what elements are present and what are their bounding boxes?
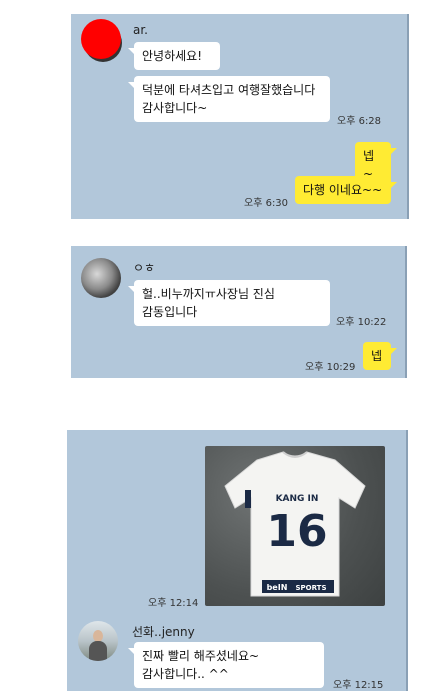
my-message-bubble[interactable]: 다행 이네요~~ xyxy=(295,176,397,204)
message-time: 오후 6:28 xyxy=(337,116,382,127)
avatar-figure xyxy=(89,641,107,661)
sender-name: 선화..jenny xyxy=(132,625,195,639)
chat-panel-2: ㅇㅎ 헐..비누까지ㅠ사장님 진심 감동입니다 오후 10:22 넵 오후 10… xyxy=(71,246,407,378)
message-time: 오후 10:22 xyxy=(336,317,387,328)
avatar[interactable] xyxy=(81,19,121,59)
shirt-number-text: 16 xyxy=(266,506,327,557)
chat-panel-1: ar. 안녕하세요! 덕분에 타셔츠입고 여행잘했습니다 감사합니다~ 오후 6… xyxy=(71,14,409,219)
sender-name: ㅇㅎ xyxy=(133,261,156,275)
message-time: 오후 6:30 xyxy=(244,198,289,209)
photo-message[interactable]: KANG IN 16 beIN SPORTS xyxy=(205,446,385,606)
panel-divider xyxy=(405,246,407,378)
message-bubble[interactable]: 헐..비누까지ㅠ사장님 진심 감동입니다 xyxy=(128,280,330,326)
sponsor-sports-text: SPORTS xyxy=(295,584,326,592)
sender-name: ar. xyxy=(133,23,148,37)
message-bubble[interactable]: 진짜 빨리 해주셨네요~ 감사합니다.. ^^ xyxy=(128,642,324,688)
chat-panel-3: KANG IN 16 beIN SPORTS 오후 12:14 선화..jenn… xyxy=(67,430,408,691)
shirt-name-text: KANG IN xyxy=(276,494,319,504)
sponsor-logo-text: beIN xyxy=(267,583,288,592)
avatar[interactable] xyxy=(81,258,121,298)
message-bubble[interactable]: 덕분에 타셔츠입고 여행잘했습니다 감사합니다~ xyxy=(128,76,330,122)
message-time: 오후 12:15 xyxy=(333,680,384,691)
message-time: 오후 10:29 xyxy=(305,362,356,373)
tshirt-image: KANG IN 16 beIN SPORTS xyxy=(224,451,366,597)
panel-divider xyxy=(407,14,409,219)
message-time: 오후 12:14 xyxy=(148,598,199,609)
message-bubble[interactable]: 안녕하세요! xyxy=(128,42,220,70)
my-message-bubble[interactable]: 넵 xyxy=(363,342,397,370)
panel-divider xyxy=(406,430,408,691)
avatar[interactable] xyxy=(78,621,118,661)
